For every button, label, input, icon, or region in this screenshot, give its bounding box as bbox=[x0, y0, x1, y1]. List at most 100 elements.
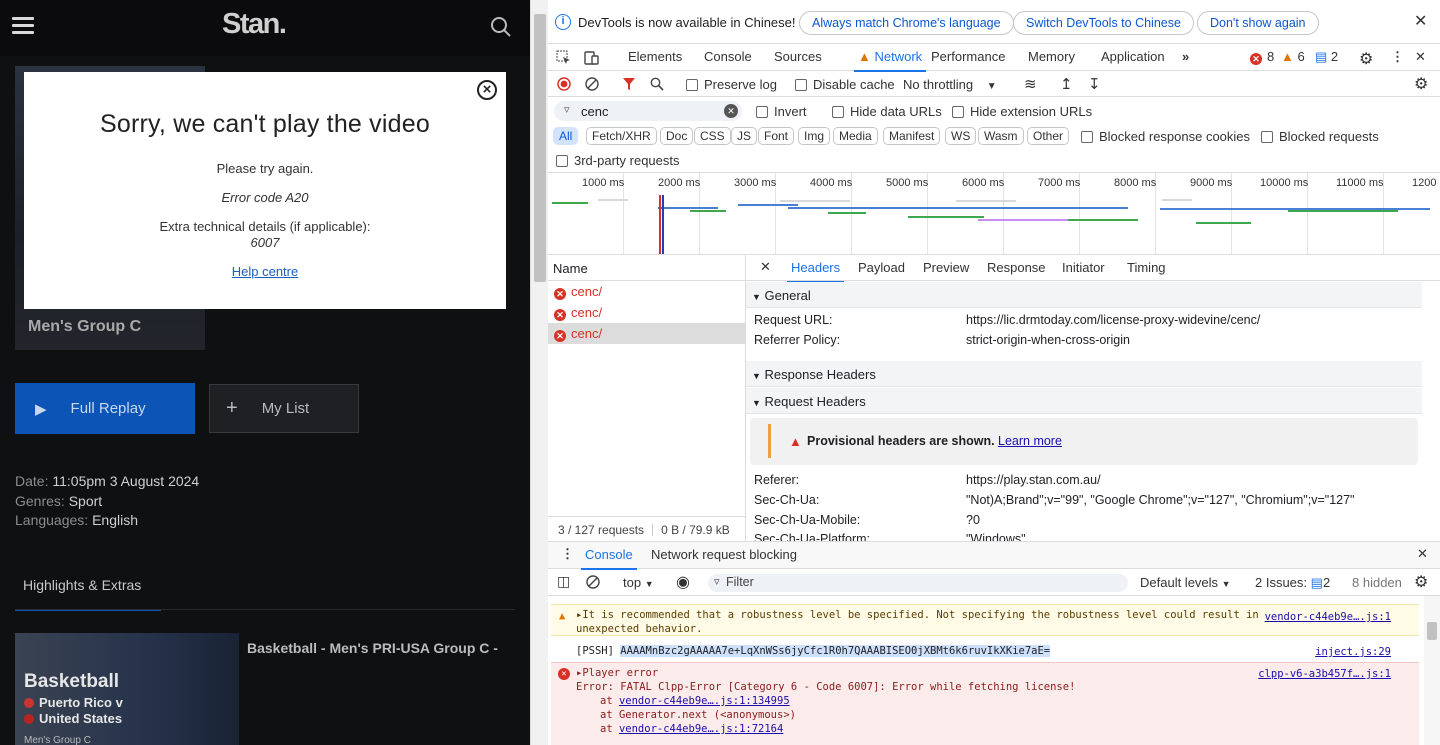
tab-elements[interactable]: Elements bbox=[628, 49, 682, 64]
inspect-element-icon[interactable] bbox=[556, 50, 572, 66]
source-link[interactable]: clpp-v6-a3b457f….js:1 bbox=[1258, 667, 1391, 681]
hide-data-urls-checkbox[interactable]: Hide data URLs bbox=[832, 104, 942, 119]
hide-extension-urls-checkbox[interactable]: Hide extension URLs bbox=[952, 104, 1092, 119]
tab-network[interactable]: ▲ Network bbox=[853, 49, 927, 72]
drawer-tab-console[interactable]: Console bbox=[581, 547, 637, 570]
tab-response[interactable]: Response bbox=[987, 260, 1046, 275]
close-drawer-icon[interactable]: ✕ bbox=[1417, 546, 1428, 562]
type-filter-doc[interactable]: Doc bbox=[660, 127, 694, 145]
network-overview-timeline[interactable]: 1000 ms 2000 ms 3000 ms 4000 ms 5000 ms … bbox=[548, 173, 1440, 255]
stack-link[interactable]: vendor-c44eb9e….js:1:72164 bbox=[619, 723, 783, 735]
log-levels-select[interactable]: Default levels ▼ bbox=[1140, 575, 1231, 590]
settings-gear-icon[interactable]: ⚙ bbox=[1359, 49, 1373, 69]
warning-count[interactable]: ▲ 6 bbox=[1281, 49, 1305, 64]
console-error-message[interactable]: ✕ ▸Player error Error: FATAL Clpp-Error … bbox=[551, 662, 1419, 745]
device-toolbar-icon[interactable] bbox=[584, 50, 600, 66]
tab-headers[interactable]: Headers bbox=[786, 260, 845, 283]
always-match-language-button[interactable]: Always match Chrome's language bbox=[799, 11, 1014, 35]
type-filter-other[interactable]: Other bbox=[1027, 127, 1070, 145]
drawer-menu-icon[interactable]: ⋮ bbox=[561, 546, 574, 562]
tab-sources[interactable]: Sources bbox=[774, 49, 822, 64]
search-icon[interactable] bbox=[490, 16, 512, 38]
blocked-response-cookies-checkbox[interactable]: Blocked response cookies bbox=[1081, 129, 1250, 144]
tab-highlights[interactable]: Highlights & Extras bbox=[15, 565, 161, 611]
throttling-select[interactable]: No throttling ▼ bbox=[903, 77, 997, 92]
close-devtools-icon[interactable]: ✕ bbox=[1415, 49, 1426, 65]
request-row[interactable]: ✕ cenc/ bbox=[548, 302, 745, 323]
request-row-selected[interactable]: ✕ cenc/ bbox=[548, 323, 745, 344]
dont-show-again-button[interactable]: Don't show again bbox=[1197, 11, 1319, 35]
tab-payload[interactable]: Payload bbox=[858, 260, 905, 275]
tab-console[interactable]: Console bbox=[704, 49, 752, 64]
console-settings-icon[interactable]: ⚙ bbox=[1414, 572, 1428, 592]
type-filter-js[interactable]: JS bbox=[731, 127, 758, 145]
more-tabs-icon[interactable]: » bbox=[1182, 49, 1189, 64]
episode-thumbnail[interactable]: Basketball Puerto Rico v United States M… bbox=[15, 633, 239, 745]
type-filter-wasm[interactable]: Wasm bbox=[978, 127, 1024, 145]
tab-initiator[interactable]: Initiator bbox=[1062, 260, 1105, 275]
page-scrollbar[interactable] bbox=[530, 0, 548, 745]
response-headers-section[interactable]: ▼ Response Headers bbox=[746, 361, 1422, 387]
drawer-tab-network-blocking[interactable]: Network request blocking bbox=[651, 547, 797, 562]
console-scrollbar[interactable] bbox=[1424, 596, 1440, 745]
console-pssh-message[interactable]: [PSSH] AAAAMnBzc2gAAAAA7e+LqXnWSs6jyCfc1… bbox=[551, 643, 1419, 661]
network-settings-icon[interactable]: ⚙ bbox=[1414, 74, 1428, 94]
name-column-header[interactable]: Name bbox=[548, 255, 745, 281]
filter-input[interactable]: ▿ cenc ✕ bbox=[554, 101, 742, 121]
record-icon[interactable] bbox=[557, 77, 571, 91]
live-expression-eye-icon[interactable]: ◉ bbox=[676, 572, 690, 592]
close-infobar-icon[interactable]: ✕ bbox=[1414, 14, 1427, 30]
tab-memory[interactable]: Memory bbox=[1028, 49, 1075, 64]
help-centre-link[interactable]: Help centre bbox=[24, 264, 506, 279]
type-filter-manifest[interactable]: Manifest bbox=[883, 127, 941, 145]
third-party-requests-checkbox[interactable]: 3rd-party requests bbox=[556, 153, 680, 168]
source-link[interactable]: vendor-c44eb9e….js:1 bbox=[1265, 610, 1391, 624]
episode-title[interactable]: Basketball - Men's PRI-USA Group C - bbox=[247, 640, 498, 656]
sidebar-toggle-icon[interactable]: ◫ bbox=[557, 573, 570, 590]
clear-icon[interactable] bbox=[585, 77, 599, 91]
preserve-log-checkbox[interactable]: Preserve log bbox=[686, 77, 777, 92]
disable-cache-checkbox[interactable]: Disable cache bbox=[795, 77, 895, 92]
clear-filter-icon[interactable]: ✕ bbox=[724, 104, 738, 118]
type-filter-all[interactable]: All bbox=[553, 127, 579, 145]
filter-funnel-icon[interactable] bbox=[622, 77, 636, 91]
request-headers-section[interactable]: ▼ Request Headers bbox=[746, 388, 1422, 414]
general-section-header[interactable]: ▼ General bbox=[746, 282, 1422, 308]
close-details-icon[interactable]: ✕ bbox=[760, 259, 771, 275]
console-warning-message[interactable]: ▲ ▸It is recommended that a robustness l… bbox=[551, 604, 1419, 636]
network-conditions-icon[interactable]: ≋ bbox=[1024, 75, 1037, 93]
stan-logo[interactable]: Stan. bbox=[222, 8, 287, 41]
tab-performance[interactable]: Performance bbox=[931, 49, 1005, 64]
invert-checkbox[interactable]: Invert bbox=[756, 104, 807, 119]
issues-button[interactable]: 2 Issues: ▤2 bbox=[1255, 575, 1330, 591]
learn-more-link[interactable]: Learn more bbox=[998, 434, 1062, 448]
type-filter-ws[interactable]: WS bbox=[945, 127, 977, 145]
blocked-requests-checkbox[interactable]: Blocked requests bbox=[1261, 129, 1379, 144]
full-replay-button[interactable]: ▶ Full Replay bbox=[15, 383, 195, 434]
search-icon[interactable] bbox=[650, 77, 664, 91]
close-icon[interactable]: × bbox=[477, 80, 497, 100]
tab-application[interactable]: Application bbox=[1101, 49, 1165, 64]
request-row[interactable]: ✕ cenc/ bbox=[548, 281, 745, 302]
tab-timing[interactable]: Timing bbox=[1127, 260, 1166, 275]
page-scrollbar-thumb[interactable] bbox=[534, 14, 546, 282]
context-select[interactable]: top ▼ bbox=[623, 575, 654, 590]
tab-preview[interactable]: Preview bbox=[923, 260, 969, 275]
type-filter-fetch-xhr[interactable]: Fetch/XHR bbox=[586, 127, 657, 145]
type-filter-css[interactable]: CSS bbox=[694, 127, 731, 145]
menu-icon[interactable] bbox=[12, 17, 34, 35]
my-list-button[interactable]: + My List bbox=[209, 384, 359, 433]
message-count[interactable]: ▤ 2 bbox=[1315, 49, 1338, 65]
clear-console-icon[interactable] bbox=[586, 575, 600, 589]
stack-link[interactable]: vendor-c44eb9e….js:1:134995 bbox=[619, 695, 790, 707]
type-filter-media[interactable]: Media bbox=[833, 127, 878, 145]
import-har-icon[interactable]: ↥ bbox=[1060, 75, 1073, 93]
type-filter-img[interactable]: Img bbox=[798, 127, 831, 145]
error-count[interactable]: ✕ 8 bbox=[1250, 49, 1274, 65]
export-har-icon[interactable]: ↧ bbox=[1088, 75, 1101, 93]
console-filter-input[interactable]: ▿ Filter bbox=[708, 574, 1128, 592]
source-link[interactable]: inject.js:29 bbox=[1315, 645, 1391, 659]
switch-to-chinese-button[interactable]: Switch DevTools to Chinese bbox=[1013, 11, 1194, 35]
type-filter-font[interactable]: Font bbox=[758, 127, 795, 145]
more-options-icon[interactable]: ⋮ bbox=[1391, 49, 1404, 65]
